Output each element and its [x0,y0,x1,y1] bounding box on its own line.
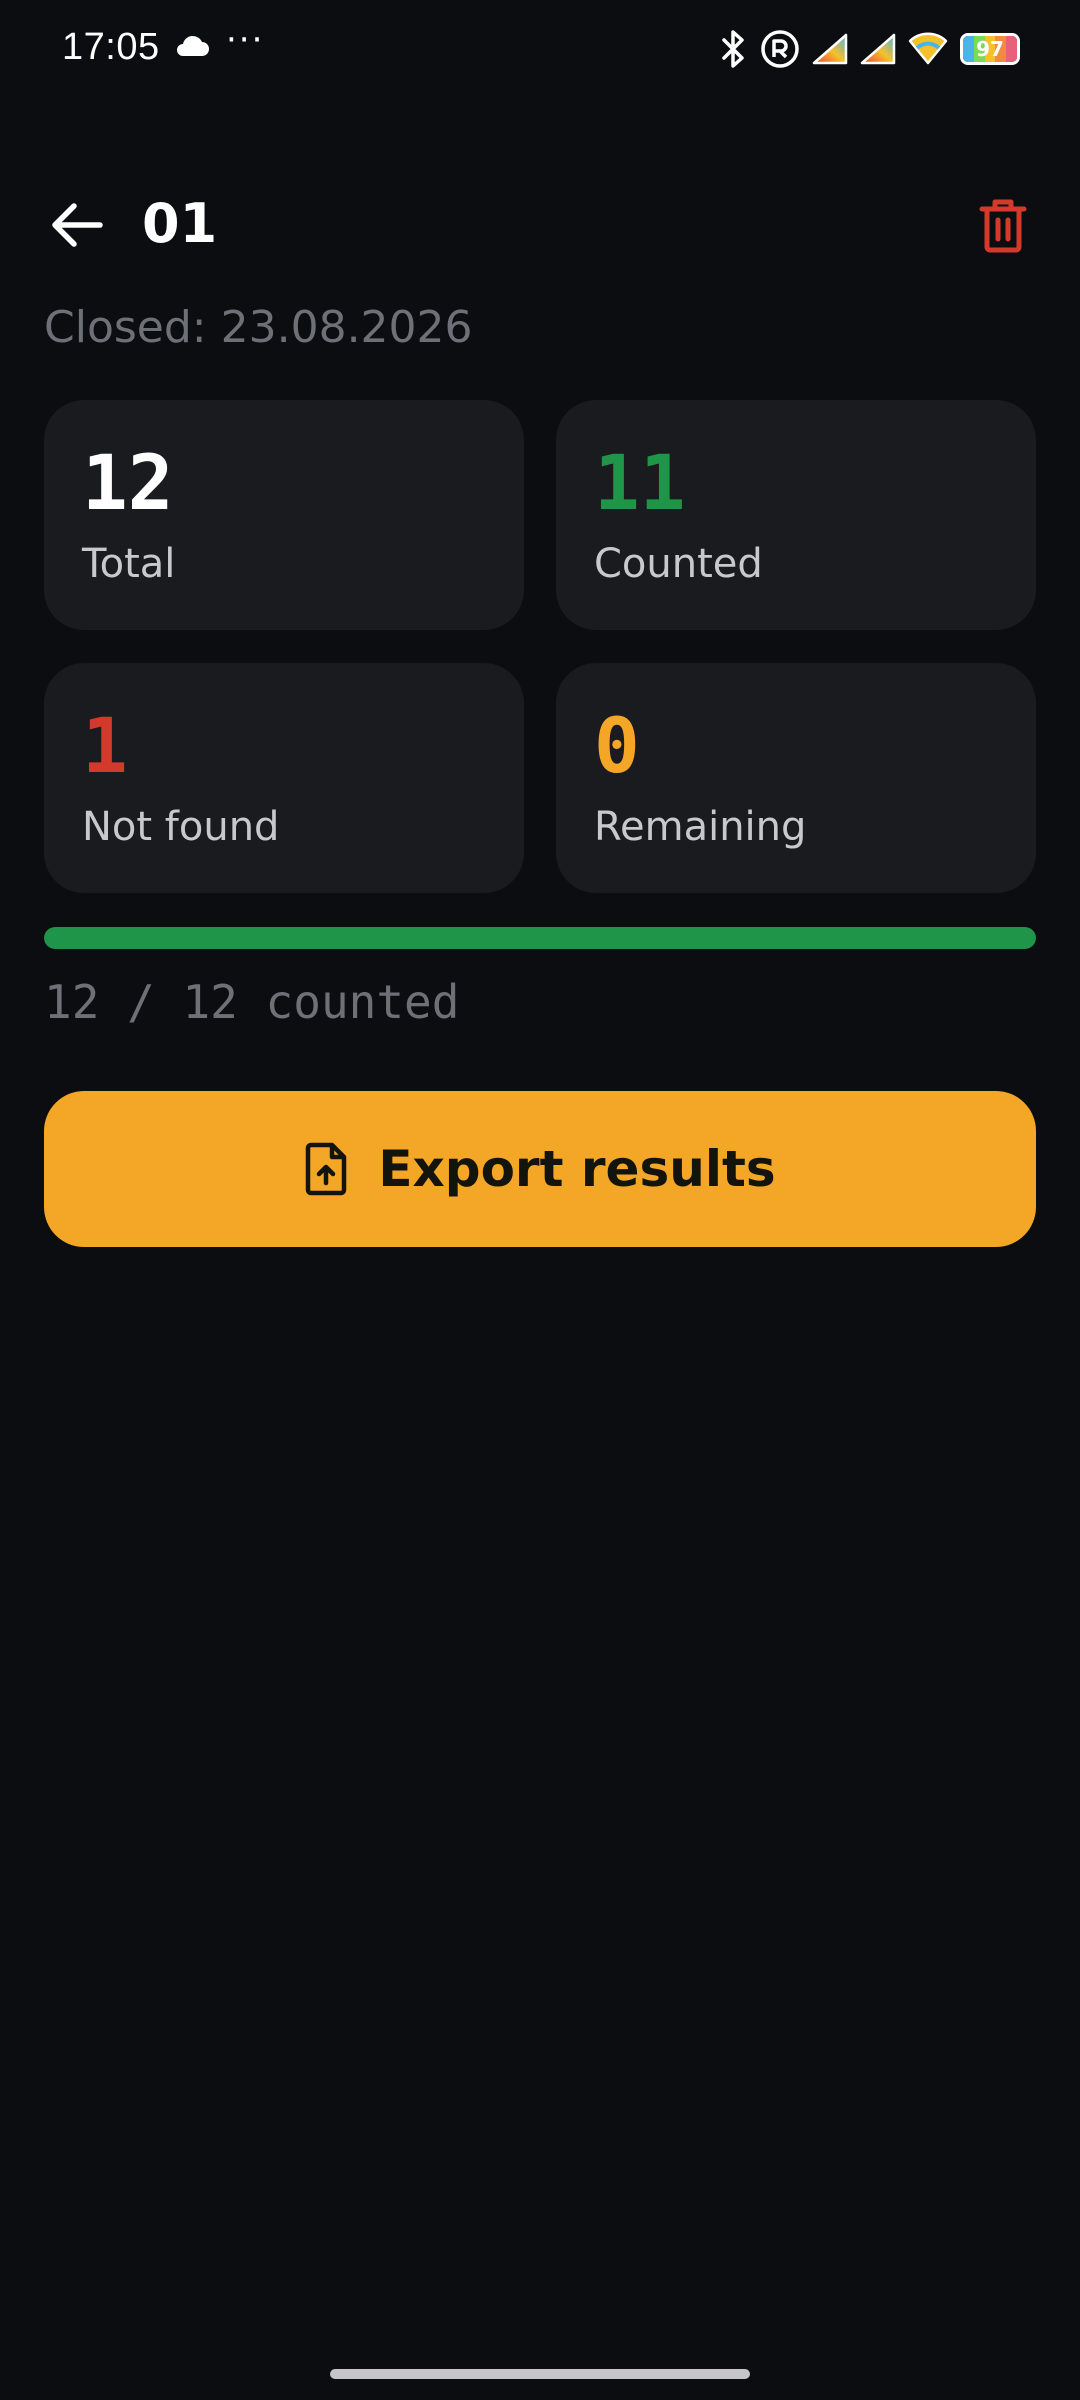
cloud-icon [177,35,209,56]
more-notifications-icon: ··· [226,20,265,60]
stat-card-total: 12 Total [44,400,524,630]
home-indicator[interactable] [330,2369,750,2379]
status-bar: 17:05 ··· 97 [0,0,1080,96]
status-time: 17:05 [62,26,160,68]
stat-label-counted: Counted [594,541,763,587]
signal-sim2-icon [860,33,896,65]
registered-icon [761,30,799,68]
status-icons: 97 [720,26,1020,72]
trash-icon [979,199,1027,253]
page-title: 01 [142,192,218,255]
stat-value-remaining: 0 [594,701,640,790]
progress-fill [44,927,1036,949]
stat-value-not-found: 1 [82,701,128,790]
signal-sim1-icon [812,33,848,65]
stat-grid: 12 Total 11 Counted 1 Not found 0 Remain… [44,400,1036,893]
stat-card-remaining: 0 Remaining [556,663,1036,893]
battery-level: 97 [976,37,1004,61]
progress-bar [44,927,1036,949]
stat-card-not-found: 1 Not found [44,663,524,893]
stat-label-total: Total [82,541,176,587]
arrow-left-icon [52,203,103,247]
file-upload-icon [306,1142,347,1196]
battery-icon: 97 [960,33,1020,65]
stat-label-not-found: Not found [82,804,280,850]
stat-card-counted: 11 Counted [556,400,1036,630]
stat-label-remaining: Remaining [594,804,807,850]
delete-button[interactable] [970,192,1036,258]
export-results-button[interactable]: Export results [44,1091,1036,1247]
header: 01 [0,170,1080,280]
progress-text: 12 / 12 counted [44,975,460,1029]
export-results-label: Export results [378,1140,776,1198]
stat-value-total: 12 [82,438,174,527]
stat-value-counted: 11 [594,438,686,527]
closed-date: Closed: 23.08.2026 [44,302,473,353]
back-button[interactable] [44,192,110,258]
bluetooth-icon [722,30,744,68]
wifi-icon [908,32,948,65]
